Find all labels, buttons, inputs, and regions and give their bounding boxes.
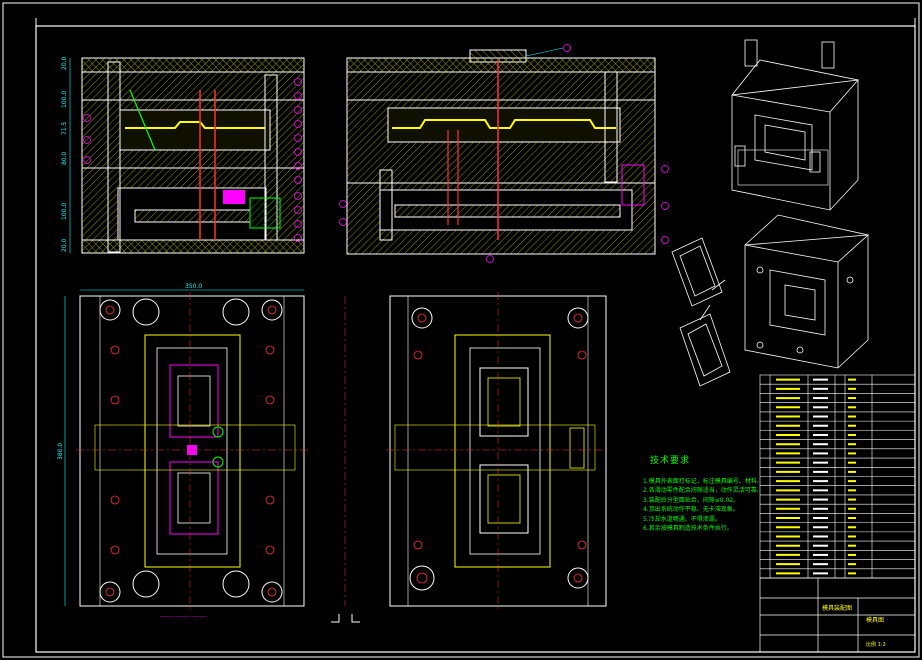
part-view-top (671, 237, 726, 307)
dim-section-20-bottom: 20.0 (61, 238, 68, 252)
tech-note-5: 5.冷却水道畅通、不得渗漏。 (643, 515, 721, 523)
section-view-center (339, 44, 669, 263)
dim-plan-width: 350.0 (185, 283, 202, 290)
cad-drawing-canvas: 20.0 100.0 71.5 80.0 100.0 20.0 350.0 38… (2, 2, 920, 658)
tech-note-3: 3.装配后分型面贴合，间隙≤0.02。 (643, 496, 740, 504)
bottom-note: -------- -------- -------- (160, 614, 207, 620)
isometric-view-top (731, 39, 859, 211)
technical-requirements-title: 技术要求 (650, 456, 691, 466)
bom-table (759, 374, 916, 579)
dim-section-71: 71.5 (61, 121, 68, 135)
title-block-title: 模具图 (866, 616, 884, 624)
technical-requirements: 技术要求 1.模具外表面打标记，标注模具编号、材料。 2.各滑动零件配合间隙适当… (643, 456, 758, 534)
dim-section-80: 80.0 (61, 151, 68, 165)
tech-note-2: 2.各滑动零件配合间隙适当，动作灵活可靠。 (643, 487, 758, 494)
title-block (759, 577, 916, 653)
tech-note-6: 6.其余按模具制造技术条件执行。 (643, 525, 733, 532)
isometric-view-bottom (744, 214, 870, 369)
plan-view-right (344, 292, 610, 610)
dim-section-20-top: 20.0 (61, 56, 68, 70)
plan-view-left (64, 289, 308, 610)
section-view-left (69, 57, 305, 254)
dim-section-100-b: 100.0 (61, 203, 68, 220)
title-block-drawing-name: 模具装配图 (822, 604, 852, 612)
tech-note-1: 1.模具外表面打标记，标注模具编号、材料。 (643, 477, 758, 485)
part-view-bottom (679, 304, 731, 387)
section-marks (331, 614, 360, 623)
tech-note-4: 4.顶出系统动作平稳、无卡滞现象。 (643, 506, 739, 513)
dim-section-100-a: 100.0 (61, 91, 68, 108)
dim-plan-height: 380.0 (57, 443, 64, 460)
title-block-scale: 比例 1:2 (866, 641, 886, 648)
